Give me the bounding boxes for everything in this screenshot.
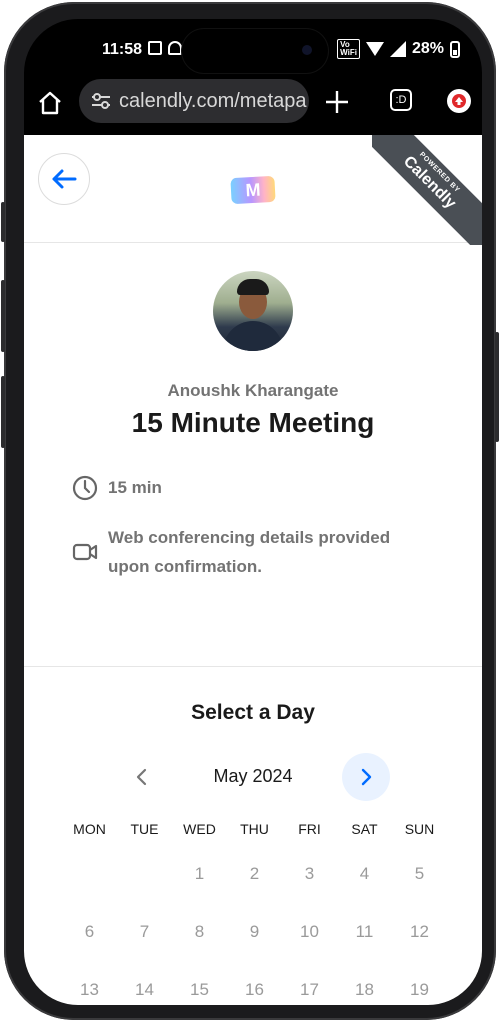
tab-count: :D: [395, 94, 407, 106]
calendar-day: 4: [359, 864, 370, 883]
calendar-day: 1: [194, 864, 205, 883]
calendly-page: M POWERED BY Calendly Anoushk Kharangate…: [24, 135, 482, 1005]
weekday-label: TUE: [130, 821, 159, 837]
calendar-day: 12: [410, 922, 429, 941]
chevron-left-icon: [136, 768, 147, 786]
status-icons-right: Vo WiFi 28%: [337, 39, 460, 59]
host-name: Anoushk Kharangate: [167, 381, 339, 400]
calendar-grid: 1 2 3 4 5 6 7 8 9 10 11 12 13 14 15 16 1…: [62, 857, 448, 1005]
calendar-day: 14: [135, 980, 154, 999]
update-button[interactable]: [447, 89, 471, 113]
battery-icon: [450, 40, 460, 58]
calendar-day: 16: [245, 980, 264, 999]
arrow-left-icon: [52, 169, 77, 189]
weekday-label: MON: [73, 821, 106, 837]
calendar-day: 15: [190, 980, 209, 999]
weekday-label: THU: [240, 821, 269, 837]
calendar-day: 9: [249, 922, 260, 941]
action-button: [1, 202, 5, 242]
event-title: 15 Minute Meeting: [131, 407, 375, 438]
notification-icons: [148, 41, 182, 55]
calendar-day: 6: [84, 922, 95, 941]
clock-icon: [72, 473, 100, 502]
volte-wifi-icon: Vo WiFi: [337, 39, 360, 59]
home-icon: [39, 91, 61, 115]
phone-frame: 11:58 Vo WiFi 28% calendly.com/metapa:D…: [1, 2, 499, 1020]
battery-percent: 28%: [411, 40, 444, 57]
volume-down-button: [1, 376, 5, 448]
powered-by-ribbon[interactable]: POWERED BY Calendly: [372, 135, 482, 245]
conferencing-text: Web conferencing details provided upon c…: [108, 528, 391, 576]
url-text: calendly.com/metapa: [119, 89, 307, 112]
section-divider: [24, 666, 482, 667]
calendar-day: 7: [139, 922, 150, 941]
calendar-day: 18: [355, 980, 374, 999]
duration-text: 15 min: [108, 478, 162, 497]
tab-switcher-button[interactable]: :D: [390, 89, 412, 111]
weekday-label: WED: [183, 821, 216, 837]
browser-toolbar: calendly.com/metapa :D: [24, 77, 482, 135]
weekday-label: SAT: [351, 821, 378, 837]
previous-month-button[interactable]: [124, 759, 160, 795]
conferencing-detail: Web conferencing details provided upon c…: [72, 523, 452, 581]
calendar-day: 17: [300, 980, 319, 999]
calendar-day: 3: [304, 864, 315, 883]
update-arrow-icon: [452, 94, 466, 108]
next-month-button[interactable]: [342, 753, 390, 801]
new-tab-button[interactable]: [324, 83, 350, 120]
weekday-header: MON TUE WED THU FRI SAT SUN: [62, 821, 448, 837]
chevron-right-icon: [361, 768, 372, 786]
url-bar[interactable]: calendly.com/metapa: [79, 79, 309, 123]
calendar-day: 2: [249, 864, 260, 883]
camera-icon: [302, 45, 312, 55]
plus-icon: [326, 91, 348, 113]
weekday-label: SUN: [404, 821, 435, 837]
news-icon: [148, 41, 162, 55]
power-button: [495, 332, 499, 442]
calendar-day: 19: [410, 980, 429, 999]
dynamic-island: [182, 29, 328, 73]
empty-day: [117, 857, 172, 891]
calendar-day: 8: [194, 922, 205, 941]
calendar-day: 5: [414, 864, 425, 883]
snapchat-icon: [168, 41, 182, 55]
status-time: 11:58: [102, 41, 143, 58]
duration-detail: 15 min: [72, 473, 162, 502]
volume-up-button: [1, 280, 5, 352]
select-day-heading: Select a Day: [191, 701, 315, 724]
calendar-day: 11: [355, 922, 374, 941]
site-settings-icon[interactable]: [91, 92, 111, 110]
calendar-day: 10: [300, 922, 319, 941]
logo-letter: M: [244, 179, 261, 200]
screen: 11:58 Vo WiFi 28% calendly.com/metapa:D…: [24, 19, 482, 1005]
empty-day: [62, 857, 117, 891]
host-avatar: [213, 271, 293, 351]
page-header: M POWERED BY Calendly: [24, 135, 482, 245]
back-button[interactable]: [38, 153, 90, 205]
wifi-icon: [365, 42, 384, 56]
calendar-day: 13: [80, 980, 99, 999]
signal-icon: [389, 41, 406, 57]
status-bar: 11:58 Vo WiFi 28%: [24, 19, 482, 77]
video-camera-icon: [72, 537, 100, 566]
weekday-label: FRI: [298, 821, 321, 837]
month-navigator: May 2024: [24, 753, 482, 801]
month-label: May 2024: [213, 766, 293, 786]
home-button[interactable]: [34, 87, 66, 119]
brand-logo: M: [230, 175, 276, 205]
